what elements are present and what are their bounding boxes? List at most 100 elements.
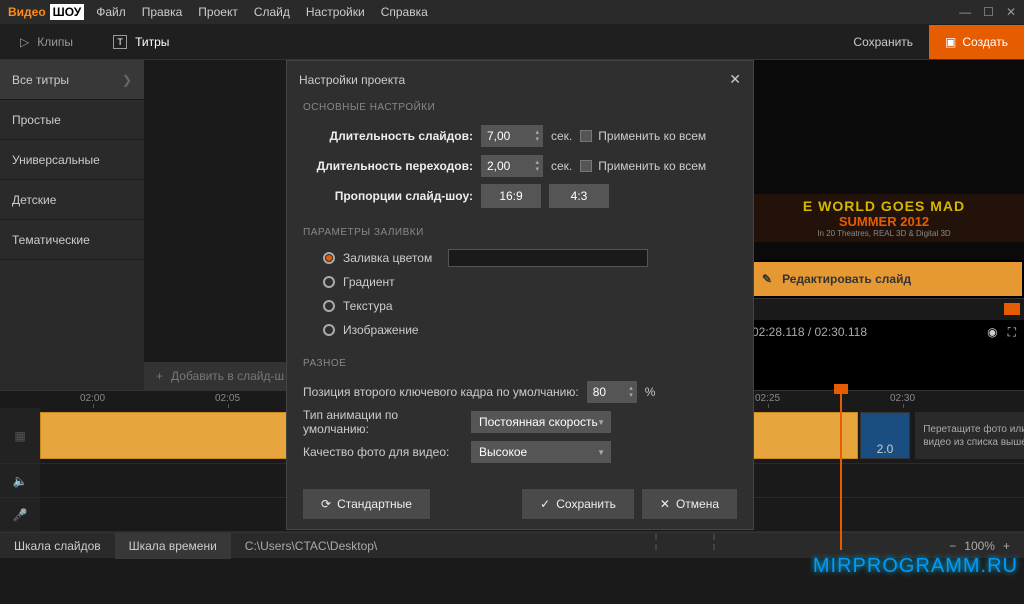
time-display: 02:28.118 / 02:30.118: [752, 325, 867, 339]
fullscreen-icon[interactable]: ⛶: [1008, 325, 1016, 340]
tick: 02:25: [755, 393, 780, 404]
save-button[interactable]: Сохранить: [837, 27, 929, 57]
sidebar-label: Тематические: [12, 233, 90, 247]
tab-slide-scale[interactable]: Шкала слайдов: [0, 533, 115, 559]
section-misc: РАЗНОЕ: [287, 354, 753, 373]
preview-status: 02:28.118 / 02:30.118 ◉ ⛶: [744, 320, 1024, 344]
anim-type-label: Тип анимации по умолчанию:: [303, 408, 463, 436]
dialog-save-button[interactable]: ✓ Сохранить: [522, 489, 634, 519]
sidebar-label: Универсальные: [12, 153, 100, 167]
tab-titles[interactable]: T Титры: [93, 24, 189, 60]
preview-scrubber[interactable]: [744, 298, 1024, 320]
quality-label: Качество фото для видео:: [303, 445, 463, 459]
maximize-button[interactable]: ☐: [983, 5, 994, 19]
text-icon: T: [113, 35, 127, 49]
menu-file[interactable]: Файл: [96, 5, 126, 19]
fill-texture-radio[interactable]: Текстура: [303, 294, 737, 318]
color-swatch[interactable]: [448, 249, 648, 267]
plus-icon: +: [156, 369, 163, 383]
sidebar-item-universal[interactable]: Универсальные: [0, 140, 144, 180]
check-icon: ✓: [540, 497, 550, 511]
drag-hint: Перетащите фото или видео из списка выше: [915, 412, 1024, 459]
banner-title: E WORLD GOES MAD: [748, 198, 1020, 214]
zoom-in-icon[interactable]: +: [1003, 539, 1010, 553]
radio-label: Заливка цветом: [343, 251, 432, 265]
radio-label: Изображение: [343, 323, 419, 337]
ratio-43-button[interactable]: 4:3: [549, 184, 609, 208]
menu-slide[interactable]: Слайд: [254, 5, 290, 19]
dialog-close-button[interactable]: ✕: [729, 71, 741, 88]
apply-all-label: Применить ко всем: [598, 159, 706, 173]
apply-all-transitions-checkbox[interactable]: Применить ко всем: [580, 159, 706, 173]
watermark: MIRPROGRAMM.RU: [813, 555, 1018, 578]
transition-duration-label: Длительность переходов:: [303, 159, 473, 173]
main-menu: Файл Правка Проект Слайд Настройки Справ…: [96, 5, 428, 19]
sidebar-item-thematic[interactable]: Тематические: [0, 220, 144, 260]
radio-label: Текстура: [343, 299, 393, 313]
zoom-out-icon[interactable]: −: [949, 539, 956, 553]
menu-project[interactable]: Проект: [198, 5, 238, 19]
anim-type-select[interactable]: Постоянная скорость: [471, 411, 611, 433]
ratio-169-button[interactable]: 16:9: [481, 184, 541, 208]
quality-select[interactable]: Высокое: [471, 441, 611, 463]
refresh-icon: ⟳: [321, 497, 331, 511]
zoom-control[interactable]: − 100% +: [935, 539, 1024, 553]
banner-subtitle: SUMMER 2012: [748, 214, 1020, 229]
cancel-label: Отмена: [676, 497, 719, 511]
clip-duration: 2.0: [877, 442, 894, 456]
tick: 02:05: [215, 393, 240, 404]
statusbar: Шкала слайдов Шкала времени C:\Users\CTA…: [0, 532, 1024, 558]
microphone-icon: 🎤: [0, 498, 40, 531]
tab-time-scale[interactable]: Шкала времени: [115, 533, 231, 559]
edit-slide-label: Редактировать слайд: [782, 272, 911, 286]
playhead[interactable]: [840, 390, 842, 550]
slide-duration-label: Длительность слайдов:: [303, 129, 473, 143]
edit-slide-button[interactable]: ✎ Редактировать слайд: [746, 262, 1022, 296]
pencil-icon: ✎: [762, 272, 772, 286]
keyframe-input[interactable]: 80: [587, 381, 637, 403]
transition-duration-input[interactable]: 2,00: [481, 155, 543, 177]
sidebar-label: Детские: [12, 193, 56, 207]
speaker-icon: 🔈: [0, 464, 40, 497]
create-label: Создать: [962, 35, 1008, 49]
window-controls: — ☐ ✕: [959, 5, 1016, 19]
camera-icon[interactable]: ◉: [987, 325, 997, 340]
fill-image-radio[interactable]: Изображение: [303, 318, 737, 342]
dialog-title: Настройки проекта: [299, 73, 405, 87]
titlebar: Видео ШОУ Файл Правка Проект Слайд Настр…: [0, 0, 1024, 24]
sidebar-label: Все титры: [12, 73, 69, 87]
dialog-cancel-button[interactable]: ✕ Отмена: [642, 489, 737, 519]
slide-duration-input[interactable]: 7,00: [481, 125, 543, 147]
filmstrip-icon: ▦: [0, 408, 40, 463]
defaults-button[interactable]: ⟳ Стандартные: [303, 489, 430, 519]
sidebar-item-all-titles[interactable]: Все титры ❯: [0, 60, 144, 100]
sidebar-item-simple[interactable]: Простые: [0, 100, 144, 140]
dialog-titlebar: Настройки проекта ✕: [287, 61, 753, 98]
scrub-handle[interactable]: [1004, 303, 1020, 315]
zoom-value: 100%: [964, 539, 995, 553]
tab-clips[interactable]: ▷ Клипы: [0, 24, 93, 60]
fill-gradient-radio[interactable]: Градиент: [303, 270, 737, 294]
apply-all-slides-checkbox[interactable]: Применить ко всем: [580, 129, 706, 143]
pct-unit: %: [645, 385, 656, 399]
menu-settings[interactable]: Настройки: [306, 5, 365, 19]
preview-viewport: E WORLD GOES MAD SUMMER 2012 In 20 Theat…: [744, 60, 1024, 260]
create-button[interactable]: ▣ Создать: [929, 25, 1024, 59]
sec-unit: сек.: [551, 159, 572, 173]
preview-panel: E WORLD GOES MAD SUMMER 2012 In 20 Theat…: [744, 60, 1024, 390]
fill-color-radio[interactable]: Заливка цветом: [303, 246, 737, 270]
project-settings-dialog: Настройки проекта ✕ ОСНОВНЫЕ НАСТРОЙКИ Д…: [286, 60, 754, 530]
add-strip-label: Добавить в слайд-ш: [171, 369, 284, 383]
menu-edit[interactable]: Правка: [142, 5, 183, 19]
radio-label: Градиент: [343, 275, 395, 289]
minimize-button[interactable]: —: [959, 5, 971, 19]
video-clip-thumb[interactable]: 2.0: [860, 412, 910, 459]
tick: 02:00: [80, 393, 105, 404]
sidebar-item-kids[interactable]: Детские: [0, 180, 144, 220]
menu-help[interactable]: Справка: [381, 5, 428, 19]
close-button[interactable]: ✕: [1006, 5, 1016, 19]
tab-clips-label: Клипы: [37, 35, 73, 49]
aspect-label: Пропорции слайд-шоу:: [303, 189, 473, 203]
dialog-buttons: ⟳ Стандартные ✓ Сохранить ✕ Отмена: [287, 479, 753, 529]
radio-icon: [323, 300, 335, 312]
